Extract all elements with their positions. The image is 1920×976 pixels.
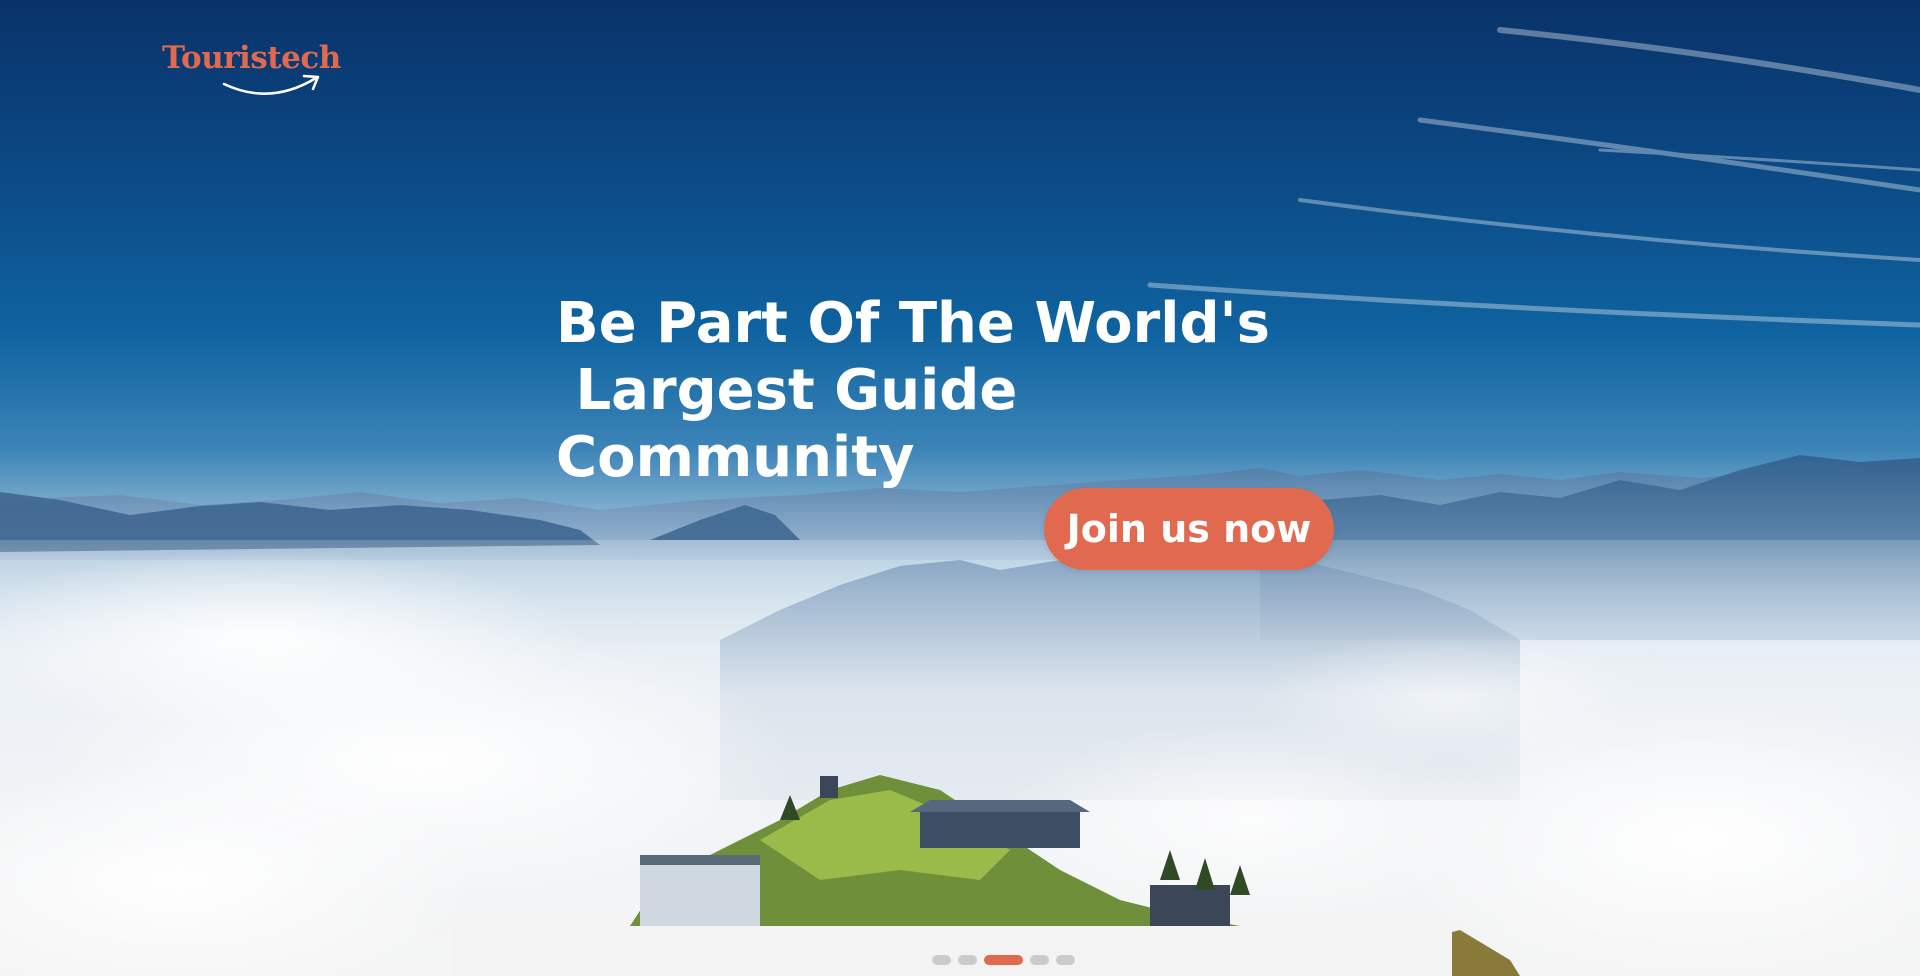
hero-headline: Be Part Of The World's Largest Guide Com… — [556, 290, 1276, 491]
brand-logo[interactable]: Touristech — [162, 36, 342, 100]
carousel-dot[interactable] — [1056, 955, 1075, 965]
headline-line-2: Largest Guide — [556, 358, 1018, 423]
headline-line-3: Community — [556, 425, 915, 490]
hero-section: Touristech Be Part Of The World's Larges… — [0, 0, 1920, 976]
carousel-dot[interactable] — [958, 955, 977, 965]
join-us-button[interactable]: Join us now — [1044, 488, 1334, 570]
swoosh-arrow-icon — [222, 74, 320, 95]
carousel-dot[interactable] — [932, 955, 951, 965]
carousel-dot[interactable] — [984, 955, 1023, 965]
carousel-dot[interactable] — [1030, 955, 1049, 965]
carousel-pagination — [932, 955, 1075, 965]
bottom-content-panel — [452, 926, 1452, 976]
headline-line-1: Be Part Of The World's — [556, 291, 1270, 356]
